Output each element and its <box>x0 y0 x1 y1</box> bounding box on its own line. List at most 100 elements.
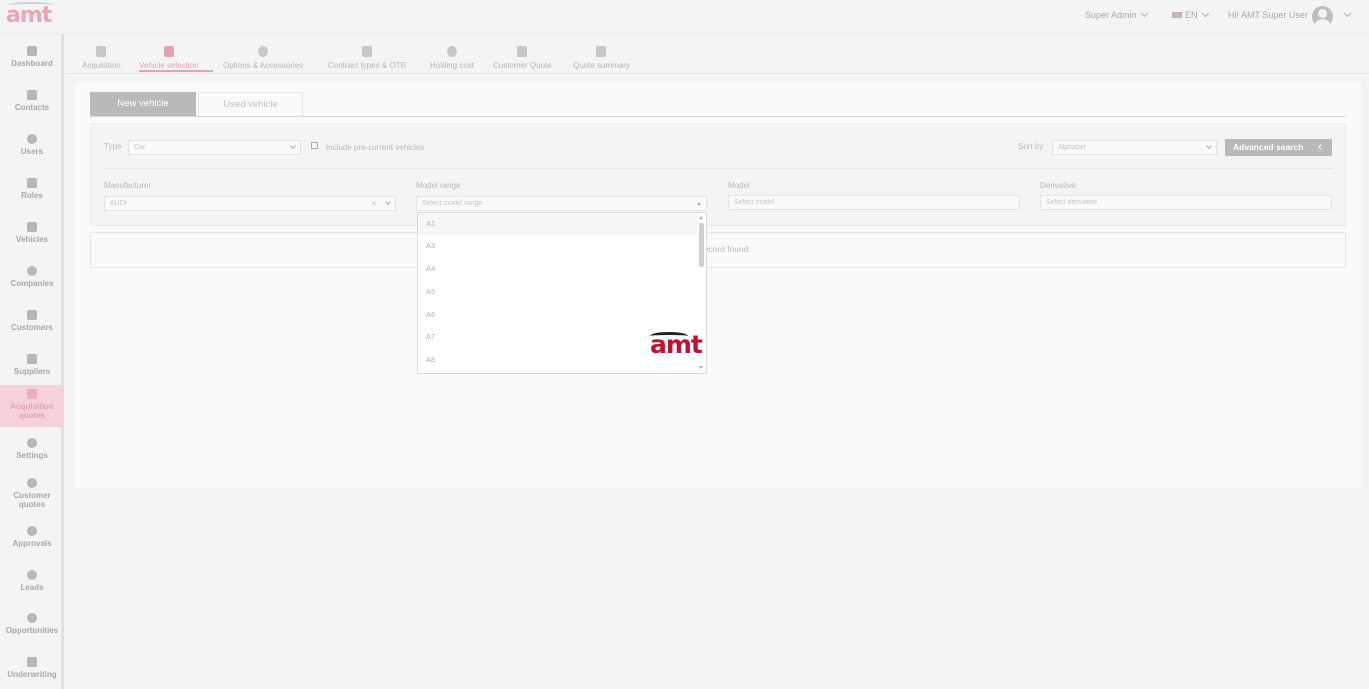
list-item[interactable]: A3 <box>418 235 698 257</box>
tab-new-vehicle[interactable]: New vehicle <box>90 92 196 116</box>
active-step-indicator <box>139 70 213 72</box>
sidebar-item-label: Suppliers <box>13 367 51 376</box>
user-greeting[interactable]: Hi! AMT Super User <box>1228 10 1308 20</box>
type-select[interactable]: Car <box>128 140 301 155</box>
chevron-up-icon <box>697 202 701 205</box>
sidebar-item-acquisition-quotes[interactable]: Acquisition quotes <box>0 385 64 427</box>
scroll-up-icon[interactable] <box>699 216 703 219</box>
advanced-search-button[interactable]: Advanced search <box>1225 139 1332 156</box>
manufacturer-label: Manufacturer <box>104 181 152 190</box>
divider <box>104 168 1332 169</box>
include-pre-current-checkbox[interactable] <box>311 142 318 149</box>
user-icon <box>27 134 37 144</box>
sidebar-item-label: Roles <box>21 191 43 200</box>
step-label: Quote summary <box>573 61 630 70</box>
list-item[interactable]: A5 <box>418 281 698 303</box>
type-value: Car <box>134 144 146 151</box>
sidebar-item-roles[interactable]: Roles <box>0 172 64 210</box>
step-options-accessories[interactable]: Options & Accessories <box>223 42 303 70</box>
loading-logo-text: amt <box>650 330 703 359</box>
sidebar-item-suppliers[interactable]: Suppliers <box>0 348 64 386</box>
sidebar-item-label: Opportunities <box>5 626 59 635</box>
sidebar-item-settings[interactable]: Settings <box>0 434 64 472</box>
sidebar-item-companies[interactable]: Companies <box>0 260 64 298</box>
sidebar-item-customer-quotes[interactable]: Customer quotes <box>0 474 64 518</box>
model-label: Model <box>728 181 750 190</box>
step-label: Customer Quote <box>493 61 552 70</box>
sidebar-item-underwriting[interactable]: Underwriting <box>0 653 64 689</box>
pound-icon <box>447 46 458 57</box>
chevron-down-icon <box>290 143 296 149</box>
manufacturer-select[interactable]: AUDI × <box>104 196 396 211</box>
gear-icon <box>27 438 37 448</box>
sidebar-item-label: Users <box>20 147 44 156</box>
roles-icon <box>27 178 37 188</box>
list-item[interactable]: A1 <box>418 213 698 235</box>
sidebar-item-label: Settings <box>16 451 48 460</box>
lightbulb-icon <box>27 613 37 623</box>
model-input[interactable]: Select model <box>728 195 1020 210</box>
customer-quote-icon <box>27 478 37 488</box>
car-icon <box>96 46 107 57</box>
list-item[interactable]: A4 <box>418 258 698 280</box>
step-acquisition[interactable]: Acquisition <box>82 42 121 70</box>
list-item[interactable]: A6 <box>418 304 698 326</box>
step-quote-summary[interactable]: Quote summary <box>573 42 630 70</box>
step-label: Vehicle selection <box>139 61 199 70</box>
car-icon <box>27 222 37 232</box>
company-icon <box>27 266 37 276</box>
step-contract-types[interactable]: Contract types & OTR <box>328 42 406 70</box>
step-vehicle-selection[interactable]: Vehicle selection <box>139 42 199 70</box>
contacts-icon <box>27 90 37 100</box>
type-label: Type <box>104 142 122 151</box>
document-icon <box>517 46 528 57</box>
sidebar-item-label: Contacts <box>14 103 50 112</box>
leads-icon <box>27 570 37 580</box>
derivative-label: Derivative <box>1040 181 1076 190</box>
sort-by-select[interactable]: Alphabet <box>1052 140 1217 155</box>
sidebar-item-users[interactable]: Users <box>0 128 64 166</box>
sidebar-item-dashboard[interactable]: Dashboard <box>0 40 64 78</box>
chevron-left-icon <box>1318 144 1324 150</box>
role-selector[interactable]: Super Admin <box>1085 9 1148 20</box>
sidebar-item-contacts[interactable]: Contacts <box>0 84 64 122</box>
sidebar-item-label: Underwriting <box>7 670 57 679</box>
sidebar-item-label: Vehicles <box>15 235 49 244</box>
step-label: Acquisition <box>82 61 121 70</box>
sidebar-item-customers[interactable]: Customers <box>0 304 64 342</box>
chevron-down-icon <box>1140 9 1148 18</box>
model-range-placeholder: Select model range <box>422 200 483 207</box>
scrollbar[interactable] <box>699 223 704 267</box>
derivative-placeholder: Select derivative <box>1046 199 1098 206</box>
no-record-message: No record found <box>687 244 749 254</box>
sort-value: Alphabet <box>1058 144 1086 151</box>
sidebar-item-opportunities[interactable]: Opportunities <box>0 609 64 647</box>
top-bar: amt Super Admin EN Hi! AMT Super User <box>0 0 1369 34</box>
avatar[interactable] <box>1312 6 1333 27</box>
sidebar-item-label: Customers <box>11 323 53 332</box>
sidebar-item-leads[interactable]: Leads <box>0 566 64 604</box>
language-label: EN <box>1185 10 1198 20</box>
summary-icon <box>596 46 607 57</box>
suppliers-icon <box>27 354 37 364</box>
scroll-down-icon[interactable] <box>699 366 703 369</box>
tab-used-vehicle[interactable]: Used vehicle <box>198 92 303 116</box>
step-customer-quote[interactable]: Customer Quote <box>493 42 552 70</box>
sidebar-item-label: Dashboard <box>11 59 53 68</box>
language-selector[interactable]: EN <box>1172 9 1209 20</box>
clear-icon[interactable]: × <box>371 197 376 210</box>
sidebar-item-approvals[interactable]: Approvals <box>0 522 64 560</box>
results-panel: No record found <box>90 232 1346 268</box>
model-range-select[interactable]: Select model range <box>416 196 707 211</box>
sidebar-item-vehicles[interactable]: Vehicles <box>0 216 64 254</box>
sort-by-label: Sort by <box>1018 142 1044 151</box>
step-holding-cost[interactable]: Holding cost <box>430 42 474 70</box>
derivative-input[interactable]: Select derivative <box>1040 195 1332 210</box>
include-pre-current-label: Include pre-current vehicles <box>326 143 425 152</box>
model-range-label: Model range <box>416 181 461 190</box>
user-menu-toggle[interactable] <box>1340 9 1352 20</box>
app-logo[interactable]: amt <box>6 3 52 28</box>
sidebar-item-label: Leads <box>20 583 44 592</box>
check-circle-icon <box>27 526 37 536</box>
loading-logo: amt <box>650 330 720 360</box>
